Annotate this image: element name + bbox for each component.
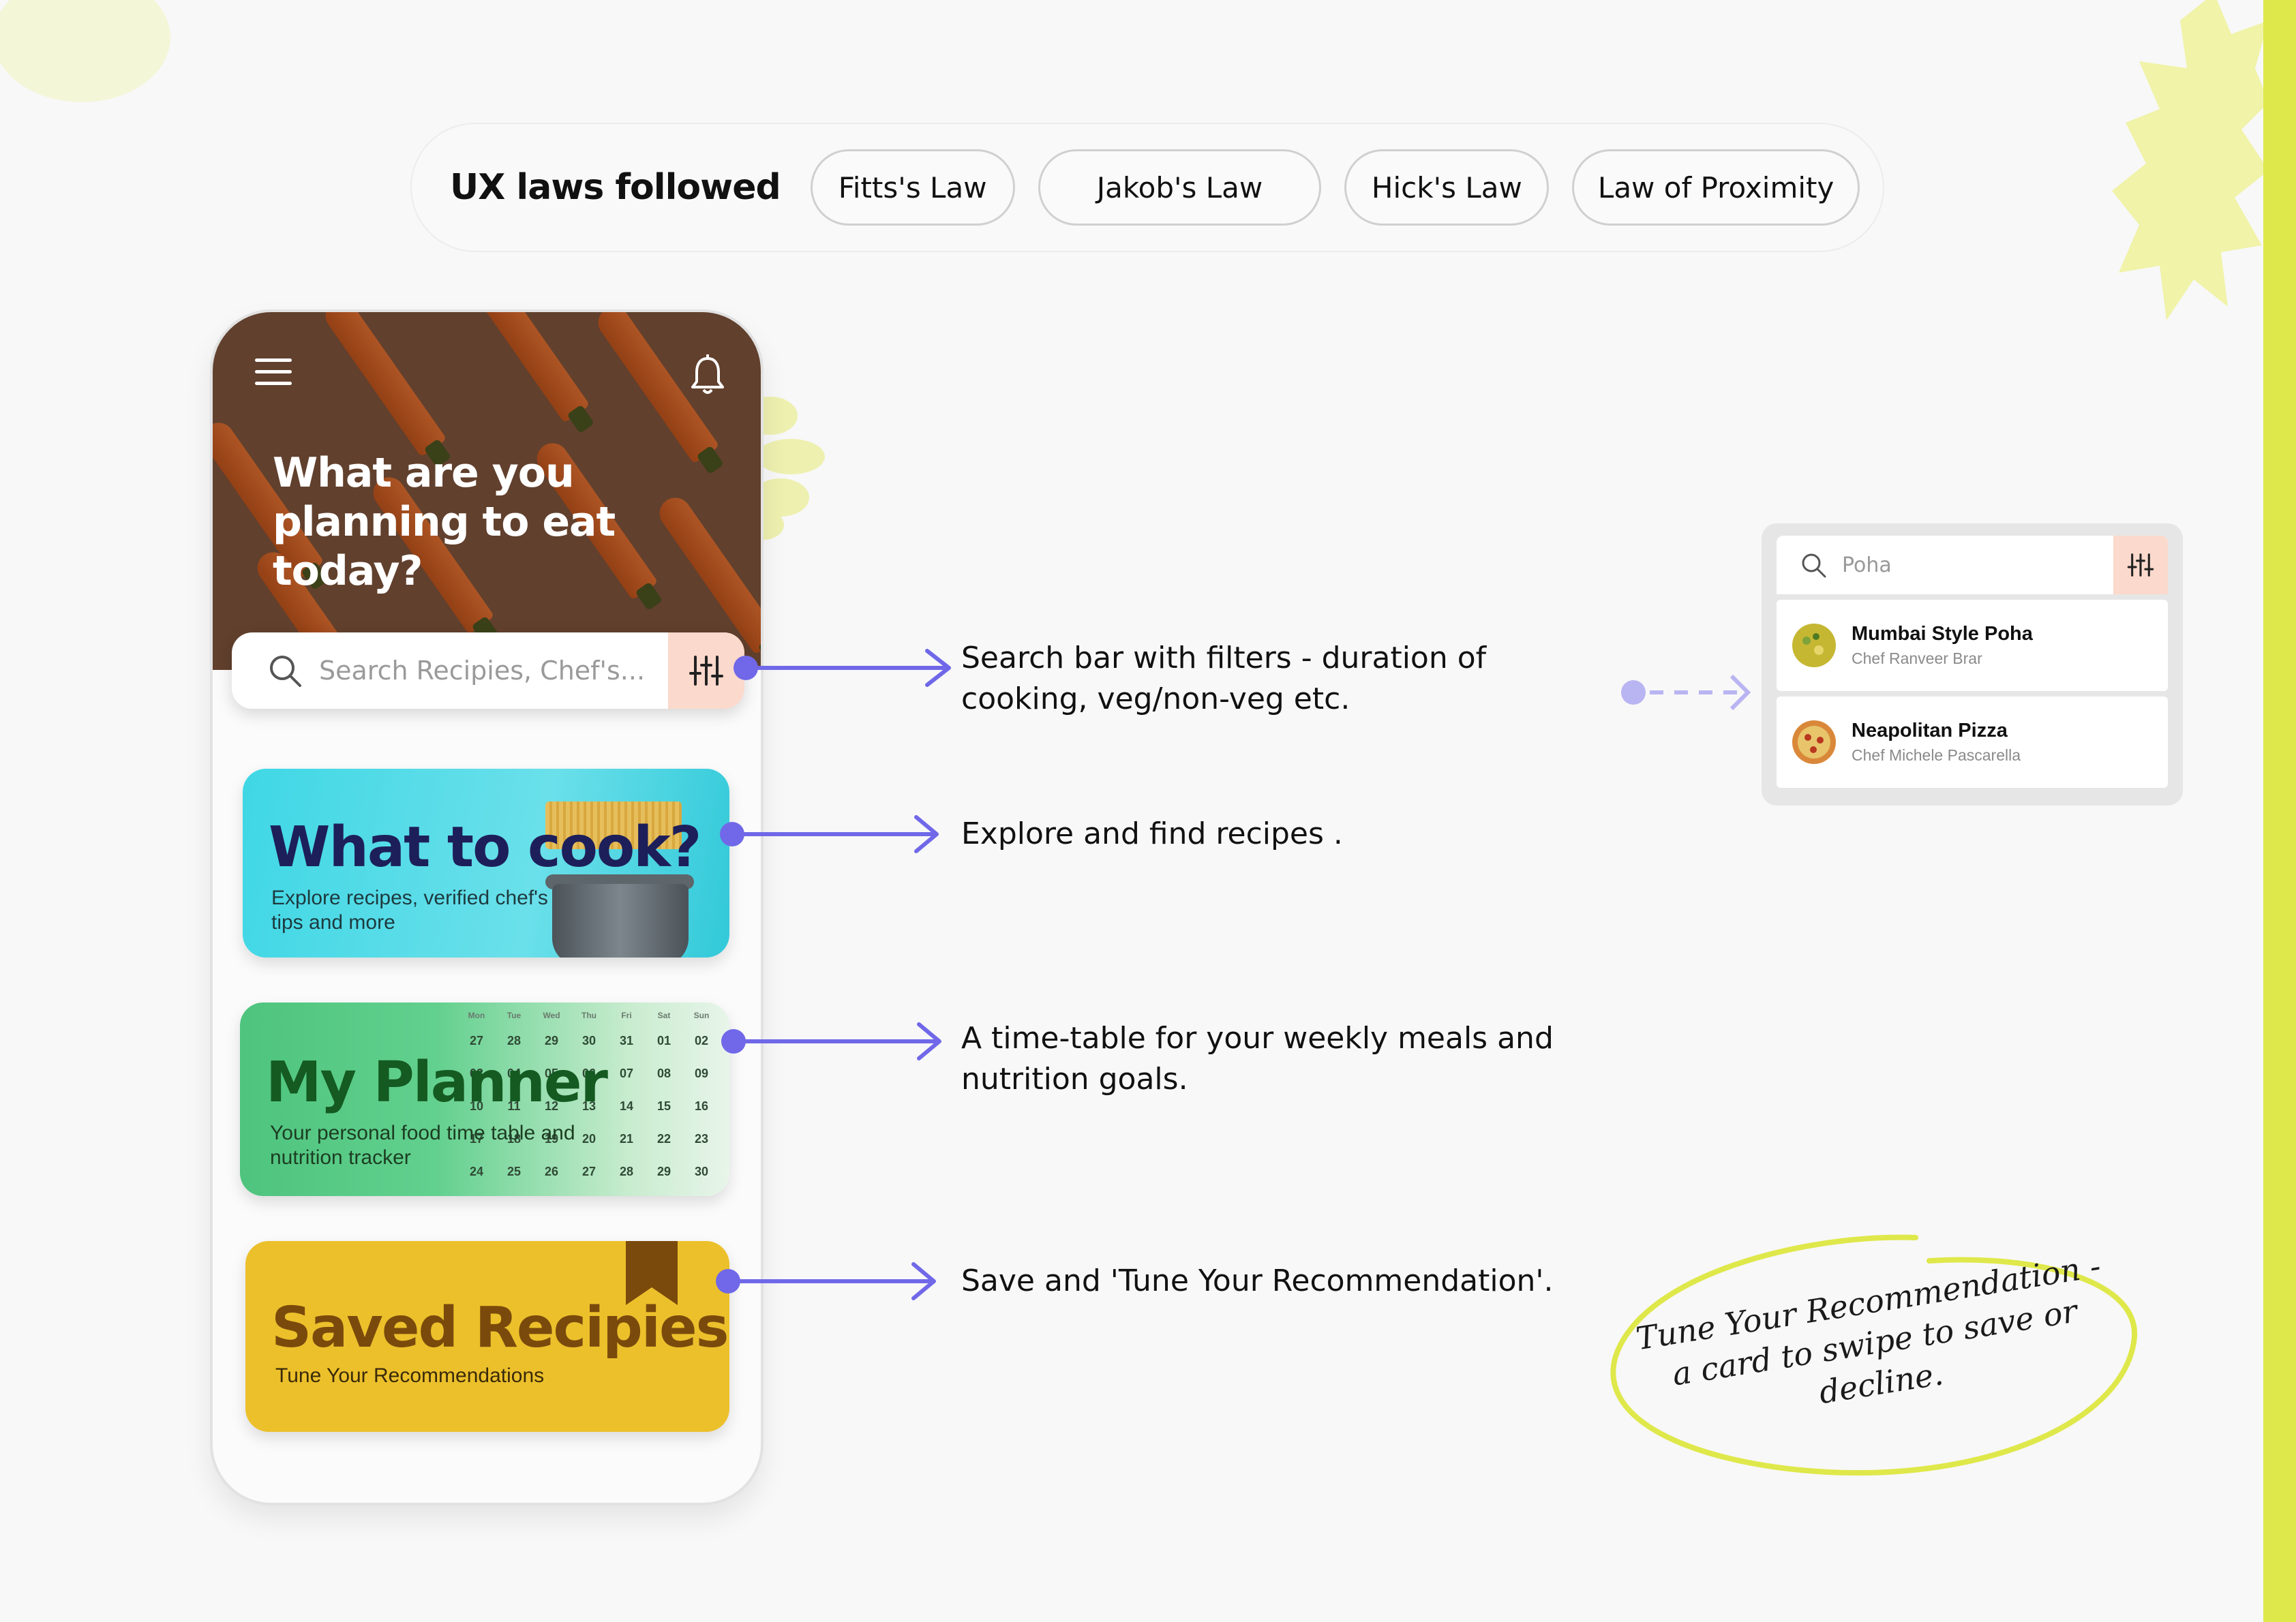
- calendar-day: 29: [656, 1164, 671, 1178]
- annotation-explore: Explore and find recipes .: [961, 816, 1343, 851]
- card-subtitle: Tune Your Recommendations: [275, 1364, 545, 1387]
- weekday-label: Wed: [543, 1011, 560, 1020]
- filter-button[interactable]: [668, 632, 744, 709]
- decorative-starburst: [2112, 0, 2269, 320]
- calendar-day: 29: [544, 1033, 559, 1047]
- sliders-icon: [689, 656, 723, 686]
- calendar-day: 30: [581, 1033, 596, 1047]
- card-subtitle: Your personal food time table and nutrit…: [270, 1122, 575, 1169]
- weekday-label: Thu: [581, 1011, 596, 1020]
- card-title: My Planner: [266, 1050, 608, 1115]
- saved-recipes-card[interactable]: Saved Recipies Tune Your Recommendations: [245, 1241, 729, 1432]
- weekday-label: Sat: [657, 1011, 671, 1020]
- ux-laws-bar: UX laws followed Fitts's Law Jakob's Law…: [410, 123, 1884, 252]
- bell-icon[interactable]: [689, 354, 727, 397]
- annotation-planner: A time-table for your weekly meals and n…: [961, 1021, 1554, 1097]
- chef-name: Chef Michele Pascarella: [1852, 746, 2021, 764]
- calendar-day: 16: [694, 1099, 709, 1113]
- mini-search-input[interactable]: [1842, 553, 2046, 577]
- calendar-day: 31: [619, 1033, 634, 1047]
- calendar-day: 01: [656, 1033, 671, 1047]
- what-to-cook-card[interactable]: What to cook? Explore recipes, verified …: [243, 769, 729, 958]
- hero-banner: What are you planning to eat today?: [213, 312, 761, 670]
- chef-name: Chef Ranveer Brar: [1852, 649, 1982, 667]
- annotation-search: Search bar with filters - duration of co…: [961, 641, 1487, 716]
- ux-laws-title: UX laws followed: [450, 167, 781, 208]
- poha-thumbnail: [1792, 624, 1836, 667]
- calendar-day: 14: [619, 1099, 634, 1113]
- recipe-name: Neapolitan Pizza: [1852, 720, 2008, 741]
- hamburger-menu-icon[interactable]: [255, 358, 292, 386]
- calendar-day: 08: [656, 1066, 671, 1080]
- weekday-label: Mon: [468, 1011, 485, 1020]
- search-icon: [1802, 553, 1826, 578]
- weekday-label: Sun: [693, 1011, 710, 1020]
- card-subtitle: Explore recipes, verified chef's tips an…: [271, 887, 548, 934]
- filter-button[interactable]: [2113, 536, 2168, 594]
- calendar-day: 22: [656, 1131, 671, 1146]
- weekday-label: Fri: [621, 1011, 632, 1020]
- calendar-day: 02: [694, 1033, 709, 1047]
- recipe-name: Mumbai Style Poha: [1852, 623, 2033, 645]
- card-title: Saved Recipies: [271, 1296, 729, 1360]
- annotation-saved: Save and 'Tune Your Recommendation'.: [961, 1264, 1554, 1298]
- calendar-day: 28: [619, 1164, 634, 1178]
- calendar-day: 09: [694, 1066, 709, 1080]
- hero-title: What are you planning to eat today?: [273, 449, 616, 595]
- mini-search-bar: [1777, 536, 2168, 594]
- calendar-day: 27: [469, 1033, 484, 1047]
- decorative-blob: [0, 0, 170, 102]
- search-input[interactable]: [319, 656, 660, 686]
- pizza-thumbnail: [1792, 720, 1836, 764]
- search-bar: [232, 632, 744, 709]
- my-planner-card[interactable]: Mon Tue Wed Thu Fri Sat Sun 27 28 29 30 …: [240, 1003, 729, 1196]
- card-title: What to cook?: [269, 815, 701, 880]
- calendar-day: 15: [656, 1099, 671, 1113]
- weekday-label: Tue: [507, 1011, 522, 1020]
- accent-side-bar: [2263, 0, 2296, 1622]
- calendar-day: 21: [619, 1131, 634, 1146]
- search-result-item[interactable]: Neapolitan Pizza Chef Michele Pascarella: [1777, 697, 2168, 788]
- search-icon: [270, 656, 301, 687]
- calendar-day: 28: [507, 1033, 522, 1047]
- search-result-item[interactable]: Mumbai Style Poha Chef Ranveer Brar: [1777, 600, 2168, 691]
- phone-mockup: What are you planning to eat today? What…: [210, 309, 764, 1505]
- law-chip-hick[interactable]: Hick's Law: [1344, 149, 1550, 226]
- law-chip-proximity[interactable]: Law of Proximity: [1572, 149, 1860, 226]
- law-chip-jakob[interactable]: Jakob's Law: [1038, 149, 1322, 226]
- calendar-day: 07: [619, 1066, 634, 1080]
- law-chip-fitts[interactable]: Fitts's Law: [810, 149, 1015, 226]
- sliders-icon: [2127, 553, 2154, 577]
- calendar-day: 30: [694, 1164, 709, 1178]
- search-results-preview: Mumbai Style Poha Chef Ranveer Brar Neap…: [1762, 523, 2183, 806]
- calendar-day: 23: [694, 1131, 709, 1146]
